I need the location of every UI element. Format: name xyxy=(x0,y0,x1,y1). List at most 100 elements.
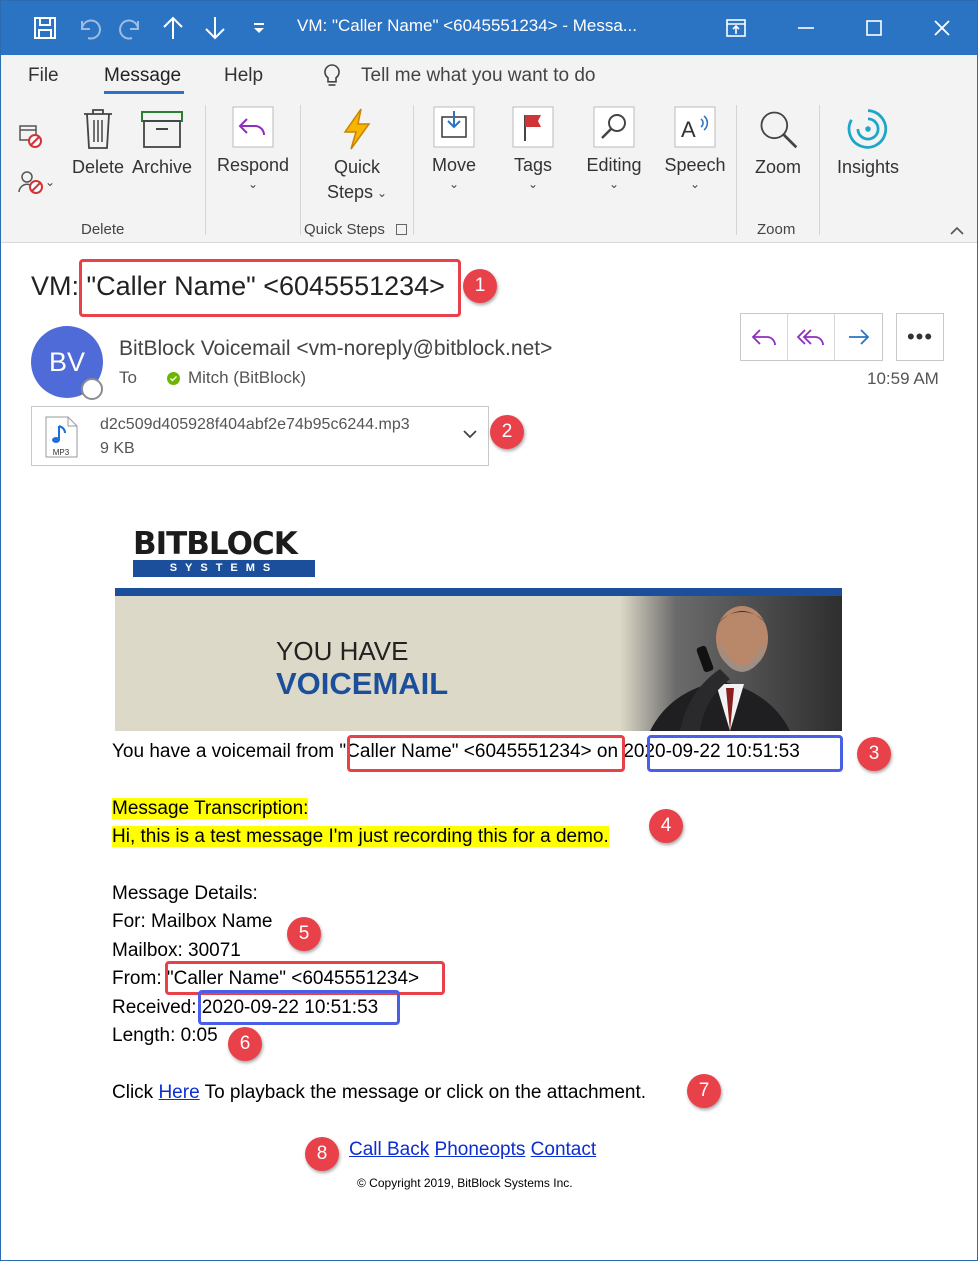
junk-icon[interactable]: ⌄ xyxy=(17,165,57,199)
man-on-phone-photo xyxy=(620,596,842,731)
svg-text:A: A xyxy=(681,117,696,142)
minimize-icon[interactable] xyxy=(771,1,841,55)
chevron-down-icon: ⌄ xyxy=(448,177,460,191)
ribbon-display-icon[interactable] xyxy=(701,1,771,55)
annotation-badge-1: 1 xyxy=(463,269,497,303)
transcription-text: Hi, this is a test message I'm just reco… xyxy=(112,826,609,847)
save-icon[interactable] xyxy=(23,1,67,55)
annotation-highlight-time xyxy=(647,735,843,772)
annotation-badge-8: 8 xyxy=(305,1137,339,1171)
divider xyxy=(819,105,820,235)
undo-icon[interactable] xyxy=(67,1,111,55)
transcription-title: Message Transcription: xyxy=(112,798,309,819)
annotation-badge-2: 2 xyxy=(490,415,524,449)
chevron-down-icon: ⌄ xyxy=(527,177,539,191)
annotation-badge-6: 6 xyxy=(228,1027,262,1061)
chevron-down-icon: ⌄ xyxy=(45,175,56,189)
annotation-badge-4: 4 xyxy=(649,809,683,843)
forward-button[interactable] xyxy=(835,314,882,360)
attachment-card[interactable]: MP3 d2c509d405928f404abf2e74b95c6244.mp3… xyxy=(31,406,489,466)
redo-icon[interactable] xyxy=(109,1,153,55)
trash-icon xyxy=(76,107,120,151)
contact-link[interactable]: Contact xyxy=(531,1139,596,1160)
chevron-down-icon: ⌄ xyxy=(247,177,259,191)
chevron-down-icon: ⌄ xyxy=(608,177,620,191)
phoneopts-link[interactable]: Phoneopts xyxy=(435,1139,526,1160)
delete-button[interactable]: Delete xyxy=(72,107,124,180)
details-title: Message Details: xyxy=(112,883,258,904)
playback-here-link[interactable]: Here xyxy=(158,1082,199,1103)
window-title: VM: "Caller Name" <6045551234> - Messa..… xyxy=(297,16,637,35)
ignore-icon[interactable] xyxy=(17,119,57,153)
annotation-highlight-caller xyxy=(347,735,625,772)
more-actions-button[interactable]: ••• xyxy=(896,313,944,361)
lightning-icon xyxy=(335,107,379,151)
magnifier-icon xyxy=(592,105,636,149)
editing-button[interactable]: Editing ⌄ xyxy=(579,105,649,190)
zoom-group-label: Zoom xyxy=(757,221,796,238)
available-status-icon xyxy=(166,371,180,385)
insights-button[interactable]: Insights xyxy=(833,107,903,180)
forward-icon xyxy=(848,329,869,345)
chevron-down-icon: ⌄ xyxy=(376,185,388,200)
active-tab-indicator xyxy=(104,91,184,94)
archive-icon xyxy=(140,107,184,151)
divider xyxy=(300,105,301,235)
tell-me-search[interactable]: Tell me what you want to do xyxy=(321,63,595,89)
collapse-ribbon-icon[interactable] xyxy=(949,223,965,235)
tab-message[interactable]: Message xyxy=(104,65,181,87)
recipient-line: To Mitch (BitBlock) xyxy=(119,368,306,388)
chevron-down-icon[interactable] xyxy=(462,427,478,445)
customize-qat-icon[interactable] xyxy=(237,1,281,55)
title-bar: VM: "Caller Name" <6045551234> - Messa..… xyxy=(1,1,977,55)
call-back-link[interactable]: Call Back xyxy=(349,1139,429,1160)
lightbulb-icon xyxy=(324,64,340,86)
divider xyxy=(413,105,414,235)
mp3-file-icon: MP3 xyxy=(44,416,78,458)
to-label: To xyxy=(119,368,137,387)
reply-all-button[interactable] xyxy=(788,314,835,360)
annotation-highlight-subject xyxy=(79,259,461,317)
reply-actions xyxy=(740,313,883,361)
banner-line-1: YOU HAVE xyxy=(276,636,409,666)
annotation-badge-7: 7 xyxy=(687,1074,721,1108)
recipient[interactable]: Mitch (BitBlock) xyxy=(188,368,306,388)
footer-links: Call Back Phoneopts Contact xyxy=(349,1139,596,1161)
tags-button[interactable]: Tags ⌄ xyxy=(501,105,565,190)
playback-instruction: Click Here To playback the message or cl… xyxy=(112,1082,647,1103)
attachment-filename: d2c509d405928f404abf2e74b95c6244.mp3 xyxy=(100,416,410,433)
bitblock-logo: BITBLOCK SYSTEMS xyxy=(133,529,315,581)
received-time: 10:59 AM xyxy=(867,369,939,388)
zoom-icon xyxy=(756,107,800,151)
reply-button[interactable] xyxy=(741,314,788,360)
next-item-icon[interactable] xyxy=(193,1,237,55)
archive-button[interactable]: Archive xyxy=(131,107,193,180)
maximize-icon[interactable] xyxy=(839,1,909,55)
annotation-highlight-received xyxy=(198,990,400,1025)
delete-group-label: Delete xyxy=(81,221,125,238)
move-button[interactable]: Move ⌄ xyxy=(419,105,489,190)
previous-item-icon[interactable] xyxy=(151,1,195,55)
file-type-label: MP3 xyxy=(53,448,70,457)
move-icon xyxy=(432,105,476,149)
speech-button[interactable]: A Speech ⌄ xyxy=(661,105,729,190)
annotation-badge-3: 3 xyxy=(857,737,891,771)
tab-help[interactable]: Help xyxy=(224,65,263,87)
respond-button[interactable]: Respond ⌄ xyxy=(215,105,291,190)
voicemail-banner: YOU HAVE VOICEMAIL xyxy=(115,588,842,731)
zoom-button[interactable]: Zoom xyxy=(749,107,807,180)
sender[interactable]: BitBlock Voicemail <vm-noreply@bitblock.… xyxy=(119,337,552,361)
banner-line-2: VOICEMAIL xyxy=(276,666,449,701)
flag-icon xyxy=(511,105,555,149)
quick-steps-button[interactable]: Quick Steps ⌄ xyxy=(319,107,395,205)
quick-steps-group-label: Quick Steps xyxy=(304,221,385,238)
tab-file[interactable]: File xyxy=(28,65,59,87)
outlook-message-window: VM: "Caller Name" <6045551234> - Messa..… xyxy=(0,0,978,1261)
read-aloud-icon: A xyxy=(673,105,717,149)
attachment-size: 9 KB xyxy=(100,440,135,457)
divider xyxy=(736,105,737,235)
reply-all-icon xyxy=(797,329,824,346)
dialog-launcher-icon[interactable] xyxy=(396,224,407,235)
chevron-down-icon: ⌄ xyxy=(689,177,701,191)
close-icon[interactable] xyxy=(907,1,977,55)
